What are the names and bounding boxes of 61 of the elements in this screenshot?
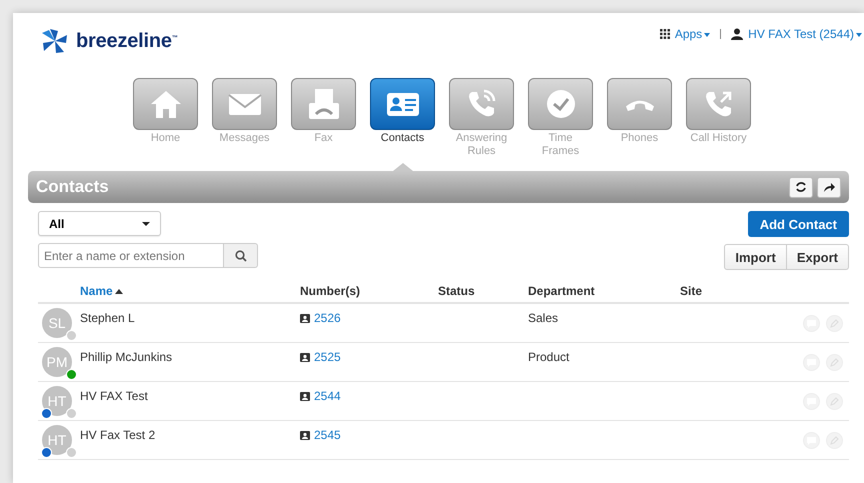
extension-link[interactable]: 2526: [314, 311, 341, 325]
panel-title: Contacts: [36, 177, 109, 197]
column-header[interactable]: Name: [80, 284, 300, 298]
column-header[interactable]: Number(s): [300, 284, 438, 298]
nav-tile[interactable]: [370, 78, 435, 130]
nav-tile[interactable]: [449, 78, 514, 130]
nav-tile[interactable]: [133, 78, 198, 130]
contact-name: Phillip McJunkins: [80, 349, 174, 364]
column-header[interactable]: Department: [528, 284, 680, 298]
pencil-icon: [830, 319, 839, 328]
nav-label: Fax: [313, 132, 334, 144]
contact-card-icon: [300, 392, 310, 400]
nav-label: Phones: [620, 132, 660, 144]
pinwheel-logo-icon: [40, 27, 70, 55]
extension-link[interactable]: 2544: [314, 389, 341, 403]
nav-tile[interactable]: [212, 78, 277, 130]
share-button[interactable]: [817, 176, 841, 198]
import-button[interactable]: Import: [724, 244, 787, 270]
avatar: HT: [42, 425, 72, 455]
extension-link[interactable]: 2545: [314, 428, 341, 442]
apps-menu[interactable]: Apps: [660, 27, 710, 41]
contact-card-icon: [300, 314, 310, 322]
contact-name: Stephen L: [80, 310, 136, 325]
nav-label: Time Frames: [540, 132, 580, 157]
add-contact-button[interactable]: Add Contact: [748, 211, 849, 237]
nav-tile[interactable]: [291, 78, 356, 130]
filter-dropdown[interactable]: All: [38, 211, 161, 236]
refresh-icon: [795, 181, 807, 193]
column-header[interactable]: Site: [680, 284, 770, 298]
nav-label: Call History: [689, 132, 748, 144]
search-field[interactable]: Enter a name or extension: [38, 243, 224, 268]
search-icon: [234, 250, 246, 262]
avatar: PM: [42, 347, 72, 377]
avatar: HT: [42, 386, 72, 416]
brand-name: breezeline$^{™}$: [76, 30, 178, 52]
department-text: Product: [528, 350, 570, 364]
nav-tile[interactable]: [686, 78, 751, 130]
nav-label: Home: [150, 132, 182, 144]
department-text: Sales: [528, 311, 558, 325]
pencil-icon: [830, 436, 839, 445]
pencil-icon: [830, 397, 839, 406]
search-button[interactable]: [224, 243, 258, 268]
pencil-icon: [830, 358, 839, 367]
refresh-button[interactable]: [789, 176, 813, 198]
user-menu[interactable]: HV FAX Test (2544): [731, 27, 862, 41]
export-button[interactable]: Export: [786, 244, 849, 270]
contact-name: HV Fax Test 2: [80, 427, 156, 442]
person-icon: [731, 28, 744, 40]
contact-card-icon: [300, 430, 310, 440]
grid-icon: [660, 29, 670, 39]
share-arrow-icon: [823, 181, 835, 193]
nav-label: Answering Rules: [454, 132, 508, 157]
nav-label: Messages: [218, 132, 271, 144]
nav-tile[interactable]: [528, 78, 593, 130]
nav-tile[interactable]: [607, 78, 672, 130]
column-header[interactable]: Status: [438, 284, 528, 298]
contact-card-icon: [300, 352, 310, 362]
contact-name: HV FAX Test: [80, 388, 149, 403]
avatar: SL: [42, 308, 72, 338]
nav-label: Contacts: [380, 132, 426, 144]
extension-link[interactable]: 2525: [314, 350, 341, 364]
